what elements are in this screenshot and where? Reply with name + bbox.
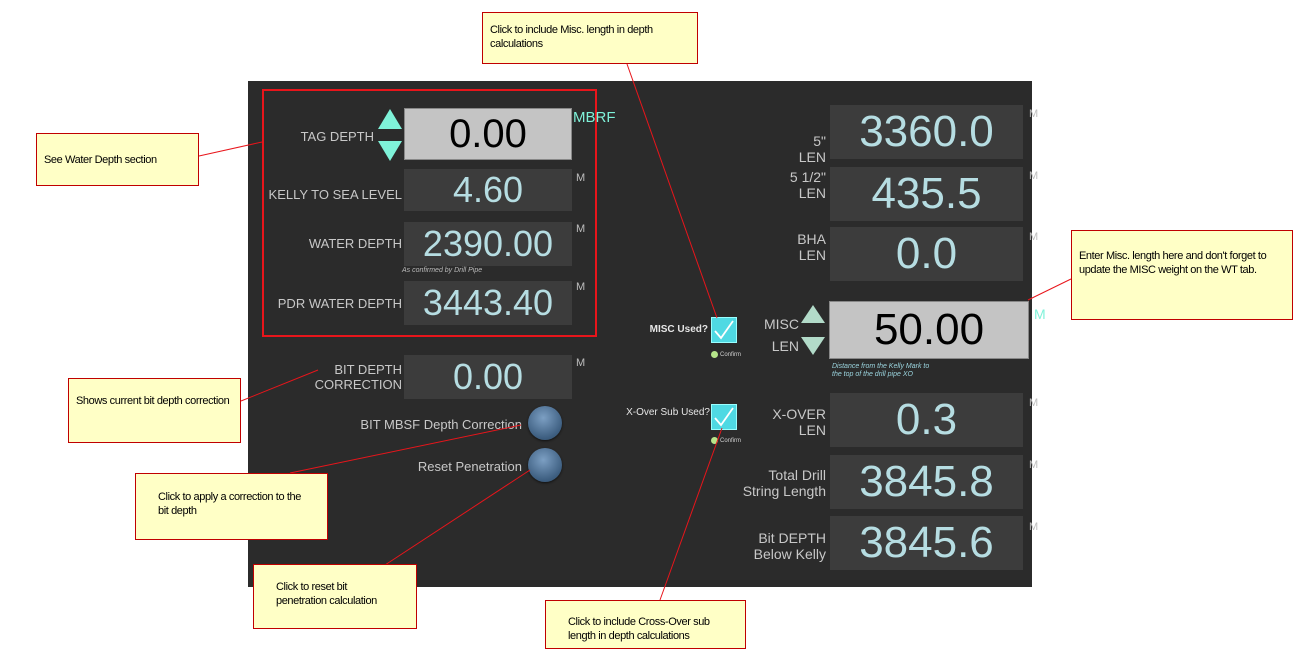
- leader-xover-include: [659, 427, 723, 601]
- callout-leader-lines: [198, 63, 1072, 601]
- leader-misc-include: [626, 63, 718, 319]
- callout-misc-enter: Enter Misc. length here and don't forget…: [1071, 230, 1293, 320]
- leader-water-section: [198, 141, 263, 157]
- leader-apply-corr: [289, 424, 522, 474]
- callout-apply-correction: Click to apply a correction to the bit d…: [135, 473, 328, 540]
- callout-xover-include: Click to include Cross-Over sub length i…: [545, 600, 746, 649]
- callout-water-depth-section: See Water Depth section: [36, 133, 199, 186]
- leader-misc-enter: [1027, 278, 1072, 301]
- leader-reset-pen: [384, 469, 531, 566]
- callout-misc-include: Click to include Misc. length in depth c…: [482, 12, 698, 64]
- callout-reset-penetration: Click to reset bit penetration calculati…: [253, 564, 417, 629]
- leader-bit-corr-show: [240, 369, 319, 402]
- callout-bit-corr-show: Shows current bit depth correction: [68, 378, 241, 443]
